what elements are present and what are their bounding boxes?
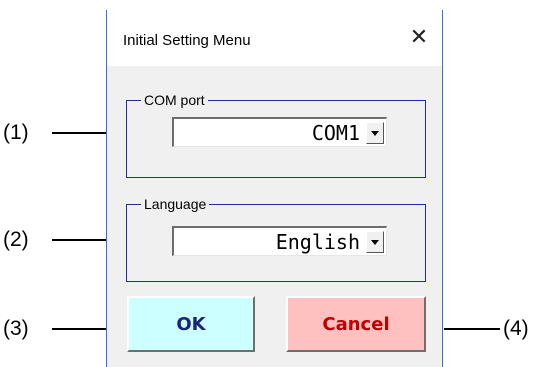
com-port-value: COM1 bbox=[311, 121, 360, 145]
cancel-button-label: Cancel bbox=[322, 313, 390, 335]
language-group: Language English bbox=[126, 196, 426, 282]
callout-1: (1) bbox=[3, 121, 29, 144]
chevron-down-icon[interactable] bbox=[366, 122, 384, 144]
close-button[interactable]: ✕ bbox=[406, 24, 432, 52]
language-value: English bbox=[275, 230, 360, 254]
callout-3: (3) bbox=[3, 317, 29, 340]
ok-button-label: OK bbox=[176, 313, 206, 335]
cancel-button[interactable]: Cancel bbox=[286, 296, 426, 352]
dialog-title: Initial Setting Menu bbox=[123, 32, 251, 49]
leader-line-1 bbox=[52, 132, 106, 134]
initial-setting-dialog: Initial Setting Menu ✕ COM port COM1 Lan… bbox=[106, 10, 443, 367]
chevron-down-icon[interactable] bbox=[366, 231, 384, 253]
callout-2: (2) bbox=[3, 228, 29, 251]
language-label: Language bbox=[141, 196, 210, 212]
language-select[interactable]: English bbox=[172, 226, 387, 256]
close-icon: ✕ bbox=[409, 25, 429, 50]
title-bar[interactable]: Initial Setting Menu ✕ bbox=[107, 10, 442, 66]
com-port-group: COM port COM1 bbox=[126, 92, 426, 178]
com-port-label: COM port bbox=[141, 92, 208, 108]
ok-button[interactable]: OK bbox=[127, 296, 255, 352]
callout-4: (4) bbox=[503, 317, 529, 340]
leader-line-2 bbox=[52, 239, 106, 241]
leader-line-3 bbox=[52, 328, 106, 330]
leader-line-4 bbox=[444, 328, 500, 330]
dialog-body: COM port COM1 Language English OK Cancel bbox=[107, 66, 442, 367]
com-port-select[interactable]: COM1 bbox=[172, 117, 387, 147]
